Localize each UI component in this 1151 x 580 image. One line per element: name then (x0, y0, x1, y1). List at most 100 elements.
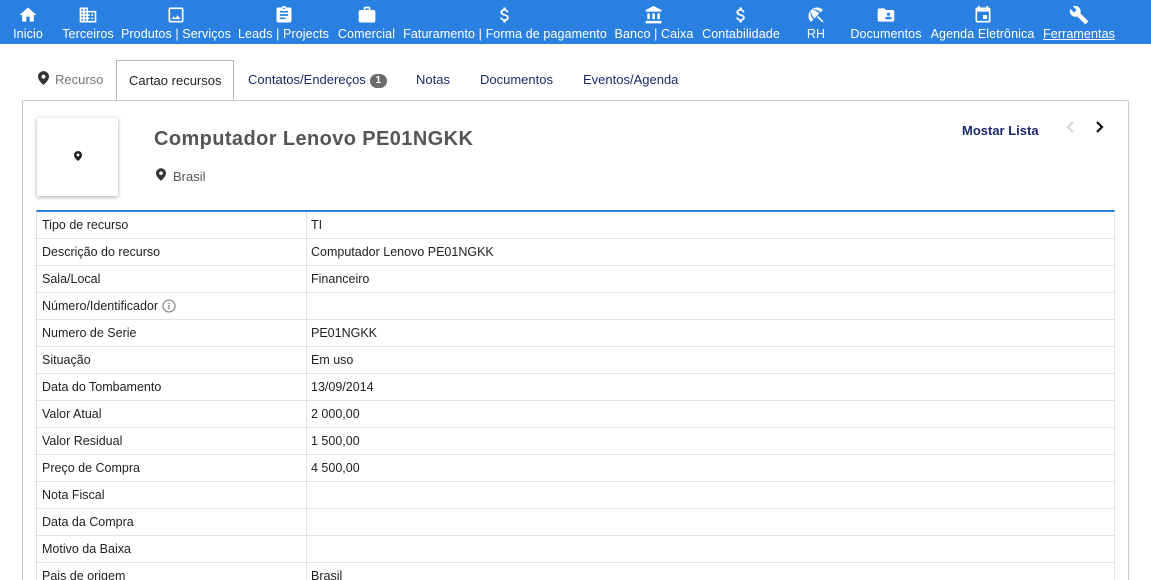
resource-location: Brasil (156, 168, 206, 184)
field-value: 4 500,00 (311, 461, 360, 475)
map-pin-icon (156, 168, 173, 184)
nav-item-leads-projects[interactable]: Leads | Projects (238, 0, 330, 44)
tab-contatos-enderecos[interactable]: Contatos/Endereços 1 (248, 60, 387, 100)
field-label-with-info: Número/Identificador (37, 293, 307, 319)
nav-item-faturamento[interactable]: Faturamento | Forma de pagamento (403, 0, 607, 44)
table-row: Numero de Serie PE01NGKK (37, 320, 1114, 347)
calendar-icon (972, 4, 994, 26)
field-value: 13/09/2014 (311, 380, 374, 394)
umbrella-icon (805, 4, 827, 26)
wrench-icon (1068, 4, 1090, 26)
tab-label: Recurso (55, 72, 104, 87)
tab-cartao-recursos[interactable]: Cartao recursos (116, 60, 235, 100)
nav-label: Agenda Eletrônica (930, 27, 1035, 41)
field-label: Valor Atual (37, 401, 307, 427)
info-icon[interactable] (162, 299, 176, 313)
nav-label: Produtos | Serviços (120, 27, 232, 41)
next-record-button[interactable] (1093, 121, 1107, 137)
field-value (307, 536, 1114, 562)
chevron-right-icon (1096, 120, 1104, 138)
field-value (307, 509, 1114, 535)
field-label: Tipo de recurso (37, 212, 307, 238)
top-navigation-bar: Inicio Terceiros Produtos | Serviços Lea… (0, 0, 1151, 44)
field-value: 2 000,00 (311, 407, 360, 421)
field-value: 1 500,00 (311, 434, 360, 448)
nav-item-agenda-eletronica[interactable]: Agenda Eletrônica (931, 0, 1034, 44)
resource-details-table: Tipo de recurso TI Descrição do recurso Co… (36, 210, 1115, 580)
field-value (307, 482, 1114, 508)
nav-label: Documentos (850, 27, 922, 41)
field-value: Computador Lenovo PE01NGKK (311, 245, 494, 259)
nav-item-produtos-servicos[interactable]: Produtos | Serviços (120, 0, 232, 44)
map-pin-icon (38, 61, 49, 101)
nav-label: Contabilidade (702, 27, 780, 41)
nav-item-inicio[interactable]: Inicio (12, 0, 44, 44)
show-list-link[interactable]: Mostar Lista (962, 123, 1039, 138)
field-value: Em uso (311, 353, 354, 367)
table-row: Situação Em uso (37, 347, 1114, 374)
tab-eventos-agenda[interactable]: Eventos/Agenda (583, 60, 678, 100)
field-label: Pais de origem (37, 563, 307, 580)
home-icon (17, 4, 39, 26)
previous-record-button[interactable] (1063, 121, 1077, 137)
resource-card: Computador Lenovo PE01NGKK Brasil Mostar… (22, 100, 1129, 580)
country-label: Brasil (173, 168, 206, 184)
field-label: Motivo da Baixa (37, 536, 307, 562)
nav-label: Comercial (337, 27, 396, 41)
nav-item-rh[interactable]: RH (802, 0, 830, 44)
nav-item-ferramentas[interactable]: Ferramentas (1043, 0, 1115, 44)
table-row: Valor Atual 2 000,00 (37, 401, 1114, 428)
nav-label: Terceiros (62, 27, 114, 41)
table-row: Nota Fiscal (37, 482, 1114, 509)
table-row: Pais de origem Brasil (37, 563, 1114, 580)
field-value: Brasil (311, 569, 343, 580)
nav-item-banco-caixa[interactable]: Banco | Caixa (615, 0, 693, 44)
nav-item-contabilidade[interactable]: Contabilidade (702, 0, 780, 44)
field-label: Data do Tombamento (37, 374, 307, 400)
field-value (307, 293, 1114, 319)
resource-title: Computador Lenovo PE01NGKK (154, 128, 474, 150)
image-icon (165, 4, 187, 26)
briefcase-icon (356, 4, 378, 26)
nav-label: Leads | Projects (238, 27, 330, 41)
field-value: PE01NGKK (311, 326, 378, 340)
resource-photo-placeholder[interactable] (37, 118, 118, 196)
nav-label: Ferramentas (1043, 27, 1115, 41)
field-value: TI (311, 218, 323, 232)
tab-label: Contatos/Endereços (248, 72, 366, 87)
nav-label: Banco | Caixa (614, 27, 694, 41)
record-tabs: Recurso Cartao recursos Contatos/Endereç… (22, 60, 1129, 100)
tab-label: Cartao recursos (129, 73, 222, 88)
table-row: Sala/Local Financeiro (37, 266, 1114, 293)
field-value: Financeiro (311, 272, 370, 286)
table-row: Valor Residual 1 500,00 (37, 428, 1114, 455)
nav-label: Faturamento | Forma de pagamento (403, 27, 607, 41)
tab-label: Eventos/Agenda (583, 72, 679, 87)
nav-item-documentos[interactable]: Documentos (850, 0, 922, 44)
tab-documentos[interactable]: Documentos (480, 60, 553, 100)
field-label: Preço de Compra (37, 455, 307, 481)
tab-notas[interactable]: Notas (416, 60, 450, 100)
tab-label: Notas (416, 72, 450, 87)
field-label: Sala/Local (37, 266, 307, 292)
nav-item-comercial[interactable]: Comercial (338, 0, 395, 44)
table-row: Motivo da Baixa (37, 536, 1114, 563)
field-label: Valor Residual (37, 428, 307, 454)
tab-recurso[interactable]: Recurso (38, 60, 103, 100)
nav-item-terceiros[interactable]: Terceiros (62, 0, 114, 44)
chevron-left-icon (1066, 120, 1074, 138)
field-label: Nota Fiscal (37, 482, 307, 508)
count-badge: 1 (369, 74, 387, 88)
field-label: Número/Identificador (42, 299, 159, 313)
map-pin-icon (73, 148, 82, 166)
field-label: Descrição do recurso (37, 239, 307, 265)
bank-icon (643, 4, 665, 26)
table-row: Tipo de recurso TI (37, 212, 1114, 239)
table-row: Data do Tombamento 13/09/2014 (37, 374, 1114, 401)
nav-label: Inicio (13, 27, 43, 41)
clipboard-icon (273, 4, 295, 26)
building-icon (77, 4, 99, 26)
field-label: Numero de Serie (37, 320, 307, 346)
field-label: Situação (37, 347, 307, 373)
table-row: Descrição do recurso Computador Lenovo PE… (37, 239, 1114, 266)
